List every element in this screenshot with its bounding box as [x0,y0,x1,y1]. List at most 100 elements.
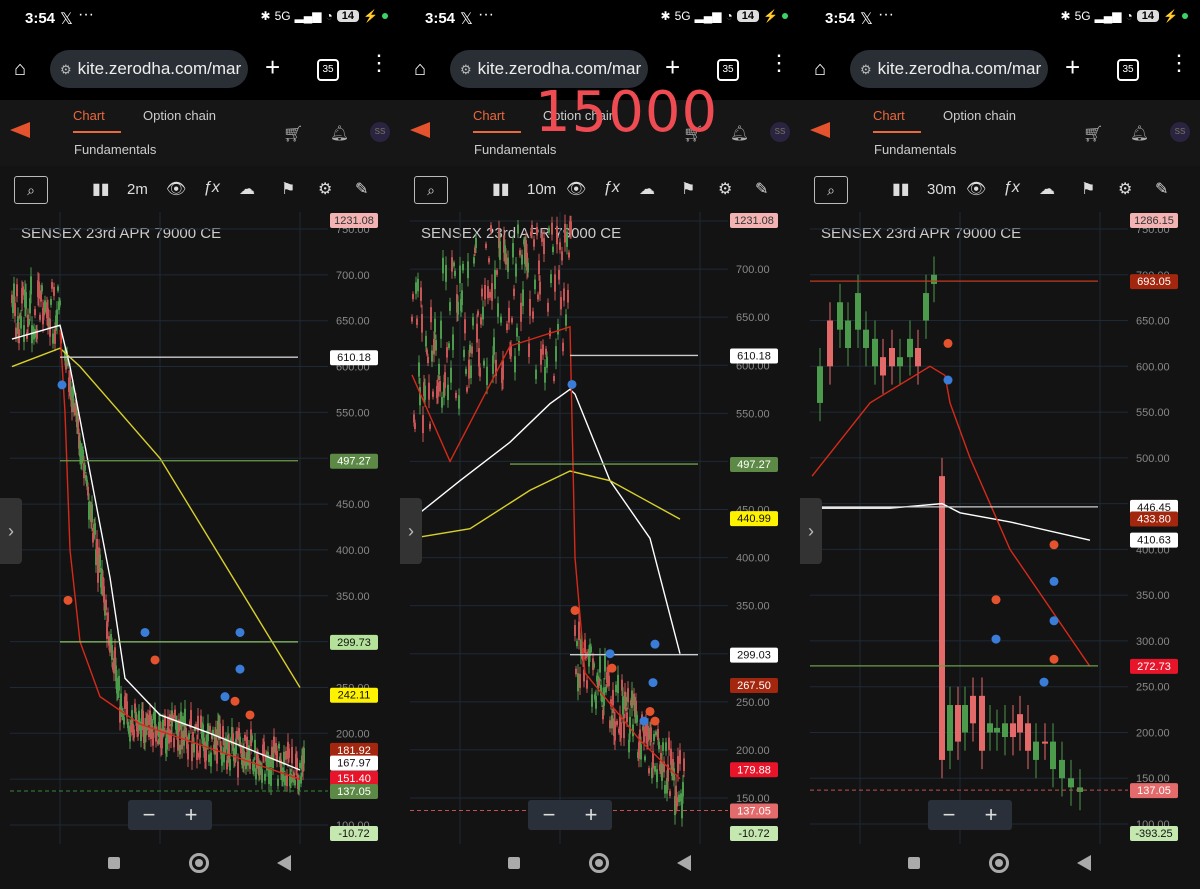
eye-icon[interactable]: 👁︎ [966,179,986,199]
candle-body [192,731,194,739]
recents-icon[interactable] [908,857,920,869]
candles-icon[interactable]: ▮▮ [492,179,510,199]
avatar[interactable]: SS [1170,122,1190,142]
settings-icon[interactable]: ⚙ [718,179,732,199]
bell-icon[interactable]: 🔔︎ [1130,124,1149,142]
home-icon[interactable]: ⌂ [814,58,826,81]
tab-option-chain[interactable]: Option chain [943,108,1016,123]
tab-switcher-button[interactable]: 35 [1117,59,1139,81]
cloud-icon[interactable]: ☁ [239,179,255,199]
eye-icon[interactable]: 👁︎ [566,179,586,199]
tab-chart[interactable]: Chart [73,108,121,133]
candle-body [488,258,490,263]
candles-icon[interactable]: ▮▮ [92,179,110,199]
price-chart[interactable]: 750.00700.00650.00600.00550.00500.00450.… [410,212,800,844]
home-nav-icon[interactable] [989,853,1009,873]
cart-icon[interactable]: 🛒︎ [1083,124,1103,144]
interval-selector[interactable]: 2m [127,181,148,198]
browser-menu-icon[interactable]: ⋮ [1168,50,1190,76]
avatar[interactable]: SS [370,122,390,142]
address-bar[interactable]: ⚙ kite.zerodha.com/mar [50,50,248,88]
zoom-in-button[interactable]: + [970,802,1012,828]
flag-icon[interactable]: ⚑ [1081,179,1095,199]
home-icon[interactable]: ⌂ [414,58,426,81]
cloud-icon[interactable]: ☁ [1039,179,1055,199]
price-chart[interactable]: 750.00700.00650.00600.00550.00500.00450.… [810,212,1200,844]
tab-switcher-button[interactable]: 35 [717,59,739,81]
settings-icon[interactable]: ⚙ [1118,179,1132,199]
side-panel-toggle[interactable]: › [0,498,22,564]
site-settings-icon[interactable]: ⚙ [60,51,72,88]
home-icon[interactable]: ⌂ [14,58,26,81]
candle-body [191,743,193,762]
tab-option-chain[interactable]: Option chain [143,108,216,123]
zoom-out-button[interactable]: − [528,802,570,828]
draw-icon[interactable]: ✎ [755,179,768,199]
candle-body [77,417,79,429]
kite-logo[interactable] [810,122,830,138]
price-chart[interactable]: 750.00700.00650.00600.00550.00500.00450.… [10,212,400,844]
search-icon[interactable]: ⌕ [14,176,48,204]
candle-body [489,292,491,298]
settings-icon[interactable]: ⚙ [318,179,332,199]
tab-chart[interactable]: Chart [473,108,521,133]
home-nav-icon[interactable] [189,853,209,873]
side-panel-toggle[interactable]: › [800,498,822,564]
candle-body [438,363,440,375]
zoom-in-button[interactable]: + [570,802,612,828]
search-icon[interactable]: ⌕ [814,176,848,204]
site-settings-icon[interactable]: ⚙ [860,51,872,88]
candle-body [442,257,444,274]
candle-body [179,744,181,755]
back-icon[interactable] [277,855,291,871]
recents-icon[interactable] [508,857,520,869]
back-icon[interactable] [677,855,691,871]
new-tab-icon[interactable]: + [265,52,280,83]
candle-body [449,302,451,311]
indicators-icon[interactable]: ƒx [603,179,620,197]
kite-logo[interactable] [10,122,30,138]
flag-icon[interactable]: ⚑ [281,179,295,199]
tab-fundamentals[interactable]: Fundamentals [74,142,156,157]
draw-icon[interactable]: ✎ [1155,179,1168,199]
zoom-in-button[interactable]: + [170,802,212,828]
zoom-out-button[interactable]: − [928,802,970,828]
candles-icon[interactable]: ▮▮ [892,179,910,199]
search-icon[interactable]: ⌕ [414,176,448,204]
bell-icon[interactable]: 🔔︎ [330,124,349,142]
candle-body [111,645,113,660]
back-icon[interactable] [1077,855,1091,871]
flag-icon[interactable]: ⚑ [681,179,695,199]
eye-icon[interactable]: 👁︎ [166,179,186,199]
interval-selector[interactable]: 30m [927,181,956,198]
tab-switcher-button[interactable]: 35 [317,59,339,81]
indicators-icon[interactable]: ƒx [203,179,220,197]
zoom-out-button[interactable]: − [128,802,170,828]
home-nav-icon[interactable] [589,853,609,873]
cart-icon[interactable]: 🛒︎ [283,124,303,144]
draw-icon[interactable]: ✎ [355,179,368,199]
tab-fundamentals[interactable]: Fundamentals [874,142,956,157]
side-panel-toggle[interactable]: › [400,498,422,564]
browser-menu-icon[interactable]: ⋮ [768,50,790,76]
interval-selector[interactable]: 10m [527,181,556,198]
indicators-icon[interactable]: ƒx [1003,179,1020,197]
bell-icon[interactable]: 🔔︎ [730,124,749,142]
kite-logo[interactable] [410,122,430,138]
tab-chart[interactable]: Chart [873,108,921,133]
avatar[interactable]: SS [770,122,790,142]
cloud-icon[interactable]: ☁ [639,179,655,199]
new-tab-icon[interactable]: + [1065,52,1080,83]
address-bar[interactable]: ⚙ kite.zerodha.com/mar [850,50,1048,88]
recents-icon[interactable] [108,857,120,869]
browser-menu-icon[interactable]: ⋮ [368,50,390,76]
candle-body [553,375,555,382]
candle-body [118,675,120,691]
candle-body [82,449,84,457]
candle-body [532,311,534,319]
site-settings-icon[interactable]: ⚙ [460,51,472,88]
candle-body [676,796,678,807]
signal-marker [150,655,160,665]
candle-body [566,231,568,247]
new-tab-icon[interactable]: + [665,52,680,83]
